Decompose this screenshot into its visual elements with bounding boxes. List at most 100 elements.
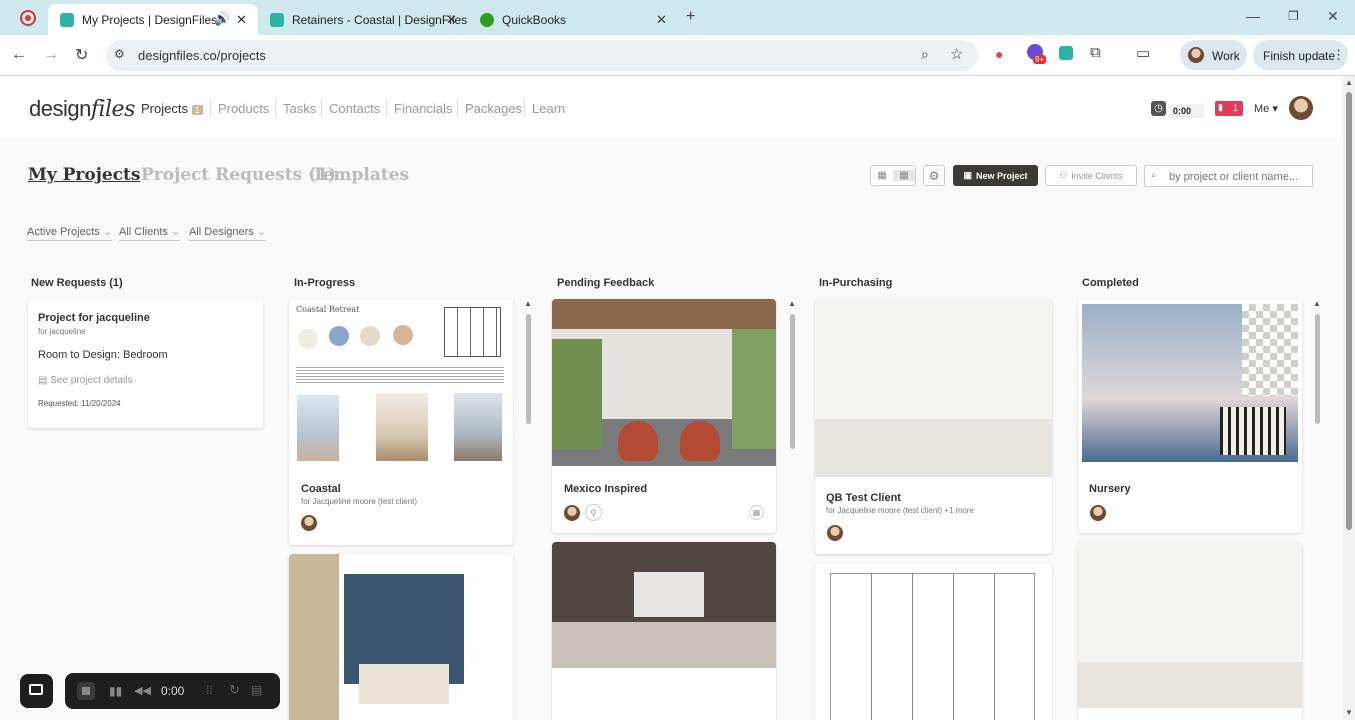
finish-update-button[interactable]: Finish update ⋮ [1253,40,1348,70]
list-grid-icon[interactable]: ▦ [871,170,893,181]
grid-view-toggle[interactable]: ▦ ▦ [870,165,916,186]
nav-financials[interactable]: Financials [394,101,453,116]
grid-icon[interactable]: ⁞⁞ [206,683,213,697]
scroll-thumb[interactable] [1346,92,1352,530]
gear-icon: ⚙ [928,168,940,183]
record-icon[interactable] [20,10,36,26]
nav-learn[interactable]: Learn [532,101,565,116]
logo-text-italic: files [90,97,136,122]
scroll-down-icon[interactable]: ▼ [1345,708,1353,717]
column-scrollbar[interactable] [1315,314,1320,424]
project-card-empty-room[interactable] [1078,542,1302,720]
stop-icon[interactable] [77,682,95,700]
kebab-icon[interactable]: ⋮ [1332,47,1345,63]
project-card-mexico-inspired[interactable]: Mexico Inspired ⚲ ▦ [552,299,776,533]
column-scrollbar[interactable] [526,314,531,424]
request-card[interactable]: Project for jacqueline for jacqueline Ro… [28,300,263,428]
tab-retainers[interactable]: Retainers - Coastal | DesignFiles ✕ [258,4,468,35]
restart-icon[interactable]: ↻ [229,682,240,698]
scroll-up-icon[interactable]: ▲ [1313,299,1321,308]
invite-clients-button[interactable]: ⚇ Invite Clients [1045,165,1137,186]
calendar-icon[interactable]: ▦ [749,505,764,520]
filter-active-projects[interactable]: Active Projects ⌄ [27,225,113,241]
nav-divider [457,99,458,117]
logo-text: design [29,96,91,121]
forward-icon[interactable]: → [43,46,59,64]
close-icon[interactable]: ✕ [656,12,667,28]
project-search[interactable]: ⌕ by project or client name... [1144,165,1313,187]
nav-tasks[interactable]: Tasks [283,101,316,116]
reload-icon[interactable]: ↻ [75,45,88,65]
page-scrollbar[interactable]: ▲ ▼ [1343,76,1355,720]
requested-date: Requested: 11/20/2024 [38,399,121,408]
see-details-link[interactable]: ▤ See project details [38,375,133,386]
notifications-button[interactable]: ▮ 1 [1215,101,1243,116]
new-tab-icon[interactable]: + [686,8,695,26]
pause-icon[interactable]: ▮▮ [109,684,122,698]
window-close-icon[interactable]: ✕ [1327,8,1339,25]
card-grid-icon[interactable]: ▦ [893,170,915,181]
project-image [552,339,602,449]
new-project-button[interactable]: ▣ New Project [953,165,1038,186]
column-in-progress: In-Progress [294,277,356,289]
project-card-qb-test-client[interactable]: QB Test Client for Jacqueline moore (tes… [815,299,1052,554]
puzzle-icon[interactable]: ⧉ [1090,44,1101,61]
search-icon: ⌕ [1151,170,1157,181]
nav-contacts[interactable]: Contacts [329,101,380,116]
project-card-nursery[interactable]: Nursery [1078,299,1302,533]
profile-label: Work [1212,49,1240,63]
column-scrollbar[interactable] [790,314,795,449]
site-info-icon[interactable]: ⚙ [114,47,125,61]
nav-packages[interactable]: Packages [465,101,522,116]
project-card-office[interactable] [552,542,776,720]
scroll-up-icon[interactable]: ▲ [1345,78,1353,87]
project-card-floor-plan[interactable] [815,563,1052,720]
tab-quickbooks[interactable]: QuickBooks ✕ [468,4,678,35]
timer-icon[interactable]: ◷ [1151,101,1166,116]
document-icon: ▤ [38,375,48,386]
tab-label: My Projects | DesignFiles [82,12,218,27]
bookmark-star-icon[interactable]: ☆ [950,45,963,63]
address-bar[interactable]: ⚙ designfiles.co/projects ⌕ ☆ [106,40,978,71]
folder-icon: ▣ [963,170,972,180]
color-swatch [329,326,349,346]
extension-icon[interactable]: ● [995,46,1003,62]
maximize-icon[interactable]: ❐ [1288,9,1299,23]
tab-templates[interactable]: Templates [312,165,409,185]
tab-my-projects[interactable]: My Projects [28,165,140,185]
settings-button[interactable]: ⚙ [923,165,945,186]
project-client: for Jacqueline moore (test client) [301,497,418,506]
tab-label: QuickBooks [502,12,567,27]
scroll-up-icon[interactable]: ▲ [524,299,532,308]
filter-label: All Clients [119,226,168,238]
filter-clients[interactable]: All Clients ⌄ [119,225,181,241]
back-icon[interactable]: ← [11,46,27,64]
rewind-icon[interactable]: ◀◀ [134,684,151,697]
project-card-bedroom[interactable] [289,554,513,720]
tab-project-requests[interactable]: Project Requests (1) [141,165,336,185]
bedroom-photo [454,393,502,461]
profile-button[interactable]: Work [1180,40,1247,70]
nav-projects[interactable]: Projects 1 [141,101,203,116]
project-card-coastal[interactable]: Coastal Retreat Coastal for Jacqueline m… [289,299,513,545]
close-icon[interactable]: ✕ [446,12,457,28]
nav-products[interactable]: Products [218,101,269,116]
add-client-icon[interactable]: ⚲ [585,504,602,521]
camera-toggle[interactable] [20,674,53,708]
recording-toolbar: ▮▮ ◀◀ 0:00 ⁞⁞ ↻ ▤ [65,673,280,709]
zoom-icon[interactable]: ⌕ [921,46,929,63]
user-avatar[interactable] [1289,96,1313,120]
trash-icon[interactable]: ▤ [251,683,262,697]
minimize-icon[interactable]: — [1246,8,1260,24]
filter-designers[interactable]: All Designers ⌄ [189,225,267,241]
speaker-icon[interactable]: 🔊 [214,11,230,27]
close-icon[interactable]: ✕ [236,12,247,28]
filter-label: All Designers [189,226,254,238]
search-input[interactable]: by project or client name... [1169,171,1298,183]
me-menu[interactable]: Me ▾ [1254,102,1278,115]
tab-my-projects[interactable]: My Projects | DesignFiles 🔊 ✕ [48,4,258,35]
cast-icon[interactable]: ▭ [1136,44,1150,62]
scroll-up-icon[interactable]: ▲ [788,299,796,308]
designfiles-logo[interactable]: designfiles [29,96,135,122]
designfiles-extension-icon[interactable] [1059,46,1073,60]
